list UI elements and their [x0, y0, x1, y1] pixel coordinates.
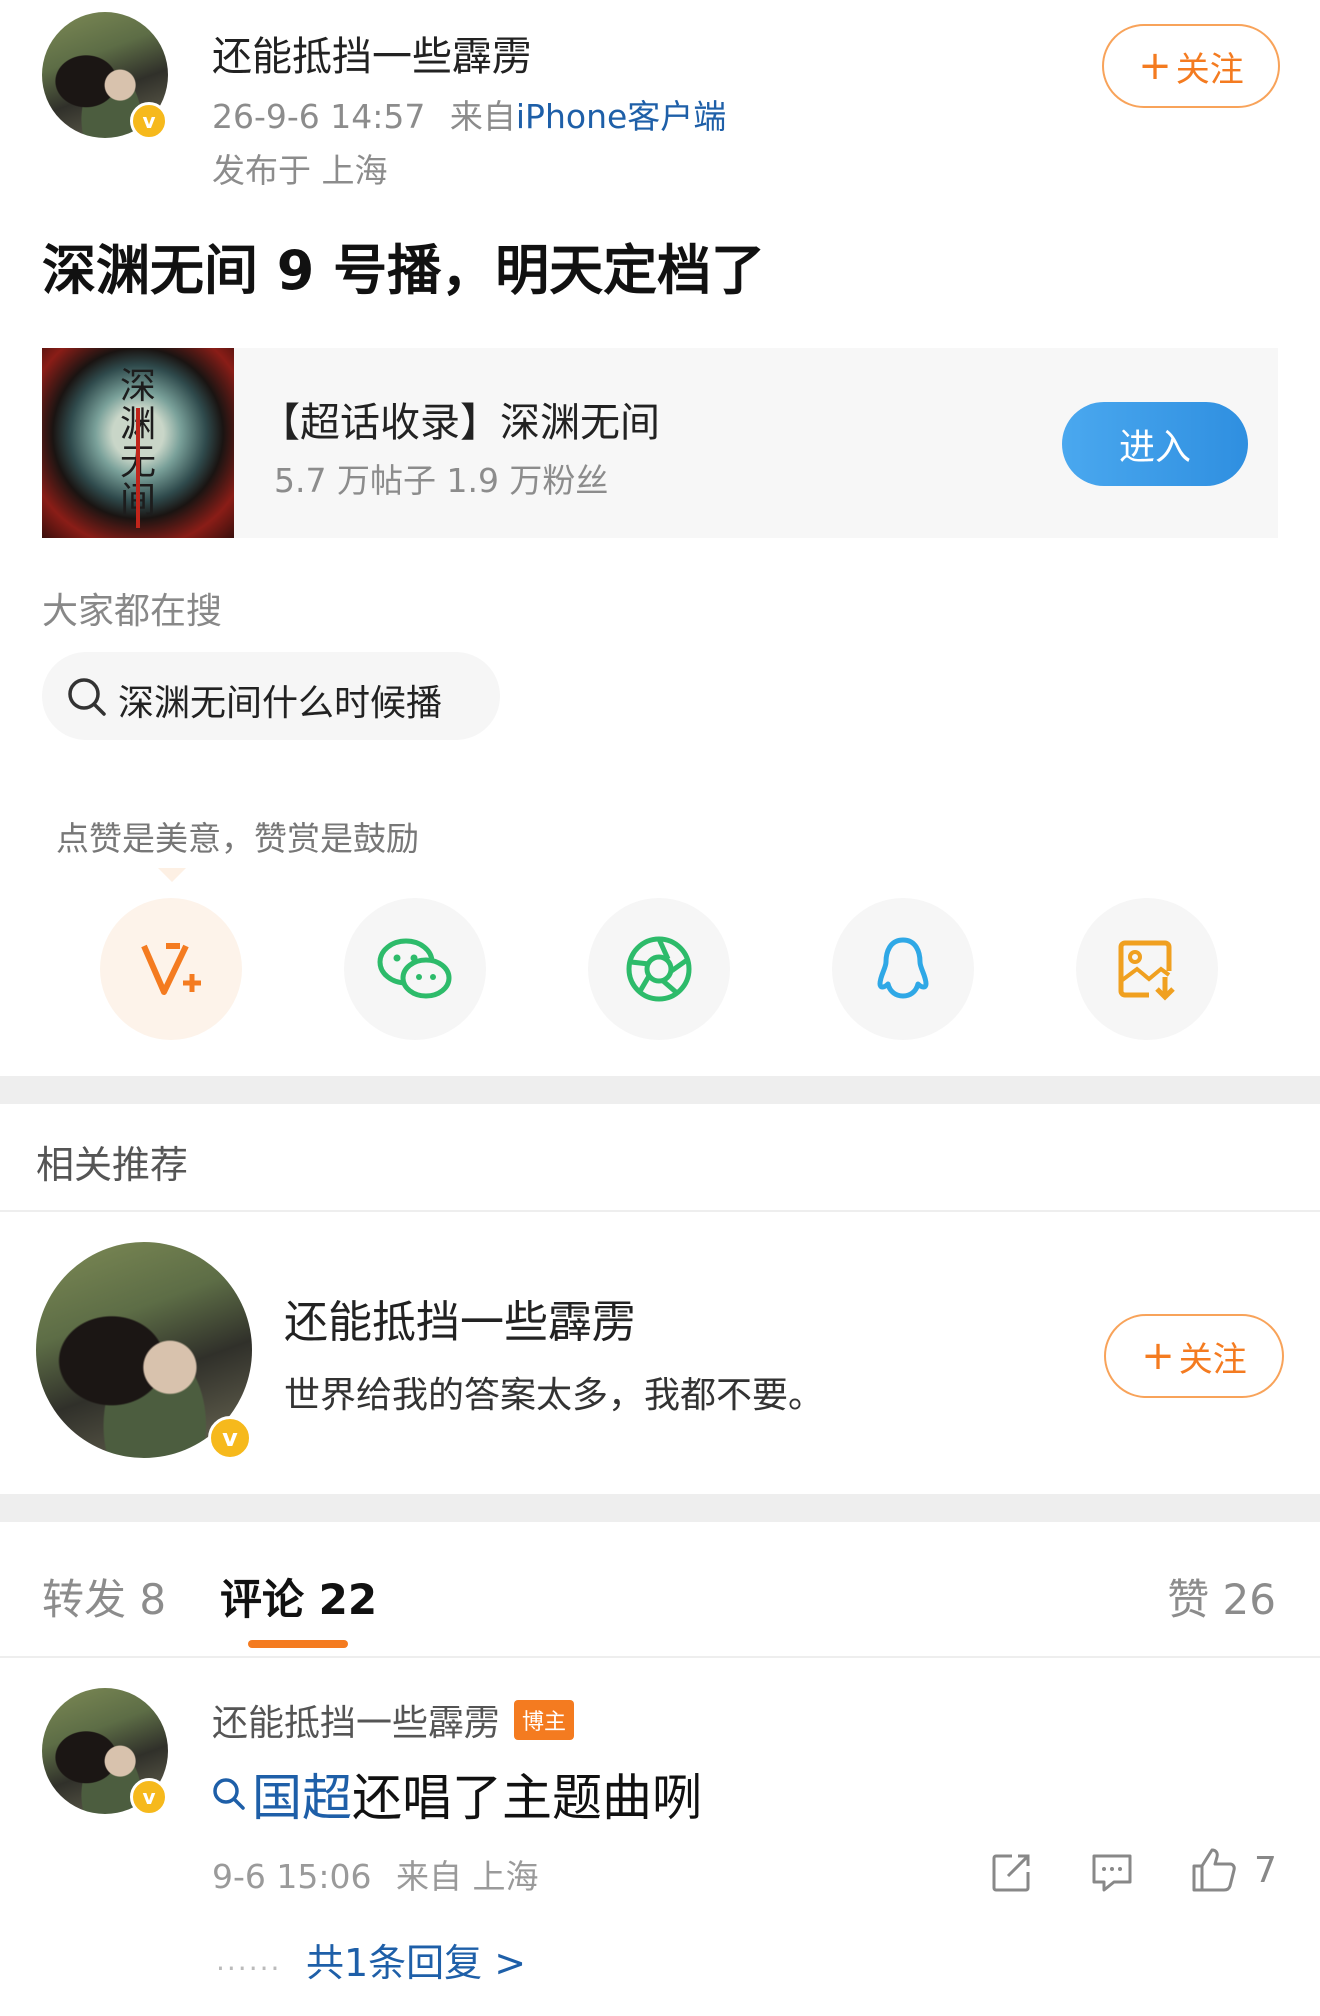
repost-comment-icon[interactable]: [990, 1852, 1032, 1894]
related-verified-badge-icon: v: [208, 1416, 252, 1460]
super-topic-cover: 深渊无间: [42, 348, 234, 538]
related-bio: 世界给我的答案太多，我都不要。: [284, 1375, 825, 1416]
related-divider: [0, 1210, 1320, 1212]
post-time: 26-9-6 14:57: [212, 97, 426, 136]
reward-button[interactable]: [100, 898, 242, 1040]
comment-like-button[interactable]: 7: [1190, 1846, 1277, 1894]
comment-time: 9-6 15:06: [212, 1857, 372, 1896]
save-image-button[interactable]: [1076, 898, 1218, 1040]
related-heading: 相关推荐: [36, 1143, 189, 1187]
post-from-label: 来自: [449, 97, 516, 136]
tab-likes[interactable]: 赞 26: [1167, 1566, 1276, 1627]
tab-repost[interactable]: 转发 8: [42, 1566, 166, 1627]
reward-tip-text: 点赞是美意，赞赏是鼓励: [56, 819, 419, 858]
follow-label: 关注: [1175, 49, 1244, 90]
comment-topic-link[interactable]: 国超: [252, 1758, 352, 1830]
tabs-divider: [0, 1656, 1320, 1658]
share-wechat-button[interactable]: [344, 898, 486, 1040]
section-divider: [0, 1076, 1320, 1104]
search-icon: [68, 678, 106, 716]
search-suggestion-chip[interactable]: 深渊无间什么时候播: [42, 652, 500, 740]
qq-icon: [877, 937, 929, 999]
follow-button[interactable]: + 关注: [1102, 24, 1280, 108]
share-moments-button[interactable]: [588, 898, 730, 1040]
reply-comment-icon[interactable]: [1090, 1852, 1134, 1894]
related-name[interactable]: 还能抵挡一些霹雳: [284, 1286, 636, 1350]
tab-active-indicator: [248, 1640, 348, 1648]
topic-search-icon: [213, 1778, 245, 1810]
comment-text: 还唱了主题曲咧: [352, 1769, 702, 1827]
related-follow-button[interactable]: + 关注: [1104, 1314, 1284, 1398]
post-meta: 26-9-6 14:57 来自iPhone客户端: [212, 90, 726, 138]
super-topic-title: 【超话收录】深渊无间: [260, 400, 660, 446]
comment-from: 来自 上海: [396, 1857, 539, 1896]
comment-body: 国超 还唱了主题曲咧: [212, 1758, 702, 1830]
search-query: 深渊无间什么时候播: [118, 683, 443, 724]
view-replies-link[interactable]: 共1条回复 >: [306, 1932, 526, 1987]
search-heading: 大家都在搜: [42, 591, 223, 632]
enter-button[interactable]: 进入: [1062, 402, 1248, 486]
plus-icon: +: [1141, 1333, 1175, 1379]
comment-meta: 9-6 15:06 来自 上海: [212, 1850, 539, 1898]
verified-badge-icon: v: [130, 102, 168, 140]
author-name[interactable]: 还能抵挡一些霹雳: [212, 24, 532, 82]
enter-label: 进入: [1118, 427, 1191, 468]
post-location: 发布于 上海: [212, 151, 388, 190]
reward-tip-arrow: [158, 868, 186, 882]
reply-dots: ······: [216, 1952, 282, 1985]
section-divider: [0, 1494, 1320, 1522]
wechat-icon: [377, 938, 452, 999]
blogger-badge: 博主: [514, 1700, 575, 1740]
reward-tip: 点赞是美意，赞赏是鼓励: [42, 800, 433, 872]
share-qq-button[interactable]: [832, 898, 974, 1040]
thumbs-up-icon: [1192, 1848, 1236, 1892]
comment-author[interactable]: 还能抵挡一些霹雳: [212, 1694, 500, 1746]
tab-comments[interactable]: 评论 22: [220, 1566, 377, 1627]
post-content: 深渊无间 9 号播，明天定档了: [42, 239, 766, 302]
super-topic-card[interactable]: 深渊无间 【超话收录】深渊无间 5.7 万帖子 1.9 万粉丝 进入: [42, 348, 1278, 538]
comment-verified-badge-icon: v: [130, 1778, 168, 1816]
comment-like-count: 7: [1254, 1849, 1277, 1891]
comment-header: 还能抵挡一些霹雳 博主: [212, 1694, 575, 1746]
post-device[interactable]: iPhone客户端: [516, 97, 726, 136]
moments-icon: [626, 936, 692, 1002]
save-image-icon: [1118, 940, 1175, 1001]
plus-icon: +: [1138, 43, 1172, 89]
related-follow-label: 关注: [1178, 1339, 1247, 1380]
super-topic-stats: 5.7 万帖子 1.9 万粉丝: [274, 461, 609, 500]
reward-v-icon: [141, 943, 201, 995]
